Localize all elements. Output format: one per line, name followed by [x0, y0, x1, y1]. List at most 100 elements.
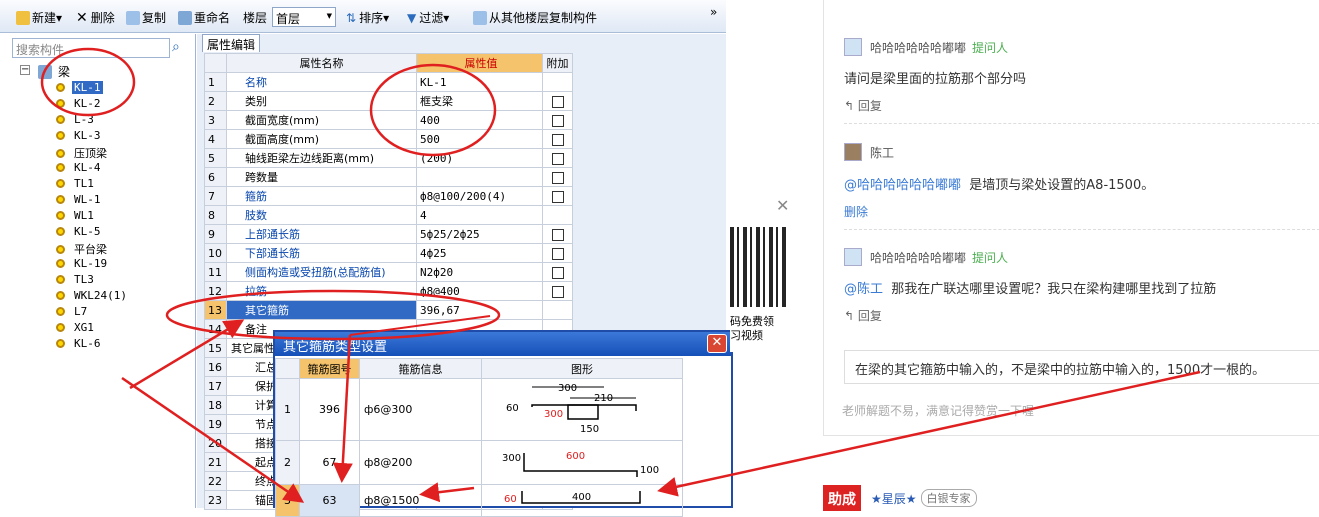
- tree-item[interactable]: TL1: [56, 177, 96, 190]
- expert-name[interactable]: ★星辰★: [871, 490, 917, 507]
- tree-item[interactable]: WKL24(1): [56, 289, 129, 302]
- property-extra: [542, 148, 573, 168]
- extra-checkbox[interactable]: [551, 247, 564, 260]
- copy-from-floor-button[interactable]: 从其他楼层复制构件: [473, 9, 597, 26]
- property-row[interactable]: 6 跨数量: [204, 167, 573, 187]
- property-name: 截面宽度(mm): [226, 110, 417, 130]
- extra-checkbox[interactable]: [551, 114, 564, 127]
- comment-user[interactable]: 哈哈哈哈哈哈嘟嘟: [870, 39, 966, 56]
- stirrup-info[interactable]: ф8@1500: [359, 484, 482, 517]
- copy-button[interactable]: 复制: [126, 9, 166, 26]
- comment-user[interactable]: 陈工: [870, 144, 894, 161]
- extra-checkbox[interactable]: [551, 285, 564, 298]
- property-row[interactable]: 4 截面高度(mm) 500: [204, 129, 573, 149]
- dialog-close-button[interactable]: ✕: [707, 334, 727, 353]
- tree-item[interactable]: 平台梁: [56, 241, 109, 257]
- extra-checkbox[interactable]: [551, 228, 564, 241]
- filter-button[interactable]: ▼ 过滤 ▾: [407, 9, 449, 26]
- property-row[interactable]: 13 其它箍筋 396,67: [204, 300, 573, 320]
- extra-checkbox[interactable]: [551, 171, 564, 184]
- tree-item[interactable]: WL1: [56, 209, 96, 222]
- reply-button[interactable]: ↰ 回复: [844, 307, 882, 324]
- tab-property-edit[interactable]: 属性编辑: [202, 34, 261, 52]
- stirrup-code[interactable]: 67: [299, 440, 360, 485]
- property-value[interactable]: ф8@100/200(4): [416, 186, 543, 206]
- tree-item[interactable]: XG1: [56, 321, 96, 334]
- property-value[interactable]: [416, 167, 543, 187]
- tree-item[interactable]: KL-6: [56, 337, 103, 350]
- property-value[interactable]: 4: [416, 205, 543, 225]
- property-value[interactable]: 400: [416, 110, 543, 130]
- stirrup-code[interactable]: 63: [299, 484, 360, 517]
- property-row[interactable]: 7 箍筋 ф8@100/200(4): [204, 186, 573, 206]
- property-value[interactable]: N2ф20: [416, 262, 543, 282]
- ad-close-icon[interactable]: ✕: [776, 196, 789, 215]
- property-value[interactable]: 396,67: [416, 300, 543, 320]
- stirrup-info[interactable]: ф8@200: [359, 440, 482, 485]
- property-value[interactable]: 500: [416, 129, 543, 149]
- sort-icon: ⇅: [346, 10, 357, 25]
- extra-checkbox[interactable]: [551, 133, 564, 146]
- property-value[interactable]: 框支梁: [416, 91, 543, 111]
- property-row[interactable]: 3 截面宽度(mm) 400: [204, 110, 573, 130]
- tree-item[interactable]: 压顶梁: [56, 145, 109, 161]
- tree-item[interactable]: WL-1: [56, 193, 103, 206]
- search-input[interactable]: 搜索构件: [12, 38, 170, 58]
- stirrup-row[interactable]: 2 67 ф8@200 300 600 100: [275, 440, 683, 485]
- extra-checkbox[interactable]: [551, 152, 564, 165]
- extra-checkbox[interactable]: [551, 266, 564, 279]
- row-number: 20: [204, 433, 227, 453]
- delete-button[interactable]: ✕ 删除: [76, 9, 115, 26]
- extra-checkbox[interactable]: [551, 190, 564, 203]
- property-value[interactable]: 5ф25/2ф25: [416, 224, 543, 244]
- reply-button[interactable]: ↰ 回复: [844, 97, 882, 114]
- property-row[interactable]: 2 类别 框支梁: [204, 91, 573, 111]
- beam-gear-icon: [56, 131, 65, 140]
- property-row[interactable]: 11 侧面构造或受扭筋(总配筋值) N2ф20: [204, 262, 573, 282]
- property-value[interactable]: KL-1: [416, 72, 543, 92]
- tree-item[interactable]: KL-5: [56, 225, 103, 238]
- extra-checkbox[interactable]: [551, 95, 564, 108]
- stirrup-code-header: 箍筋图号: [299, 358, 360, 379]
- tree-item[interactable]: KL-2: [56, 97, 103, 110]
- tree-root[interactable]: 梁: [38, 63, 70, 80]
- property-row[interactable]: 8 肢数 4: [204, 205, 573, 225]
- mention[interactable]: @哈哈哈哈哈哈嘟嘟: [844, 178, 961, 193]
- tree-item-label: WL1: [74, 209, 94, 222]
- tree-item[interactable]: KL-1: [56, 81, 103, 94]
- tree-item[interactable]: KL-19: [56, 257, 109, 270]
- property-row[interactable]: 9 上部通长筋 5ф25/2ф25: [204, 224, 573, 244]
- tree-item[interactable]: L-3: [56, 113, 96, 126]
- toolbar-overflow[interactable]: »: [710, 5, 717, 19]
- delete-comment-button[interactable]: 删除: [844, 203, 868, 220]
- search-icon[interactable]: ⌕: [172, 39, 190, 57]
- sort-button[interactable]: ⇅ 排序 ▾: [346, 9, 389, 26]
- stirrup-code[interactable]: 396: [299, 378, 360, 441]
- tree-item[interactable]: L7: [56, 305, 89, 318]
- qr-ad[interactable]: 码免费领 习视频: [730, 225, 792, 352]
- property-row[interactable]: 10 下部通长筋 4ф25: [204, 243, 573, 263]
- answer-input[interactable]: 在梁的其它箍筋中输入的，不是梁中的拉筋中输入的，1500才一根的。: [844, 350, 1319, 384]
- property-value[interactable]: 4ф25: [416, 243, 543, 263]
- property-row[interactable]: 12 拉筋 ф8@400: [204, 281, 573, 301]
- comment-user[interactable]: 哈哈哈哈哈哈嘟嘟: [870, 249, 966, 266]
- property-name: 肢数: [226, 205, 417, 225]
- tree-item[interactable]: KL-3: [56, 129, 103, 142]
- property-value[interactable]: ф8@400: [416, 281, 543, 301]
- tree-item-label: TL1: [74, 177, 94, 190]
- stirrup-row[interactable]: 3 63 ф8@1500 60 400: [275, 484, 683, 517]
- tree-item[interactable]: TL3: [56, 273, 96, 286]
- stirrup-row[interactable]: 1 396 ф6@300 300 210 60 300 150: [275, 378, 683, 441]
- stirrup-info[interactable]: ф6@300: [359, 378, 482, 441]
- tree-item-label: XG1: [74, 321, 94, 334]
- tree-item[interactable]: KL-4: [56, 161, 103, 174]
- row-number: 23: [204, 490, 227, 510]
- collapse-icon[interactable]: −: [20, 65, 30, 75]
- property-row[interactable]: 1 名称 KL-1: [204, 72, 573, 92]
- new-button[interactable]: 新建 ▾: [16, 9, 62, 26]
- property-value[interactable]: (200): [416, 148, 543, 168]
- mention[interactable]: @陈工: [844, 282, 883, 297]
- floor-select[interactable]: 首层: [272, 7, 336, 27]
- rename-button[interactable]: 重命名: [178, 9, 230, 26]
- property-row[interactable]: 5 轴线距梁左边线距离(mm) (200): [204, 148, 573, 168]
